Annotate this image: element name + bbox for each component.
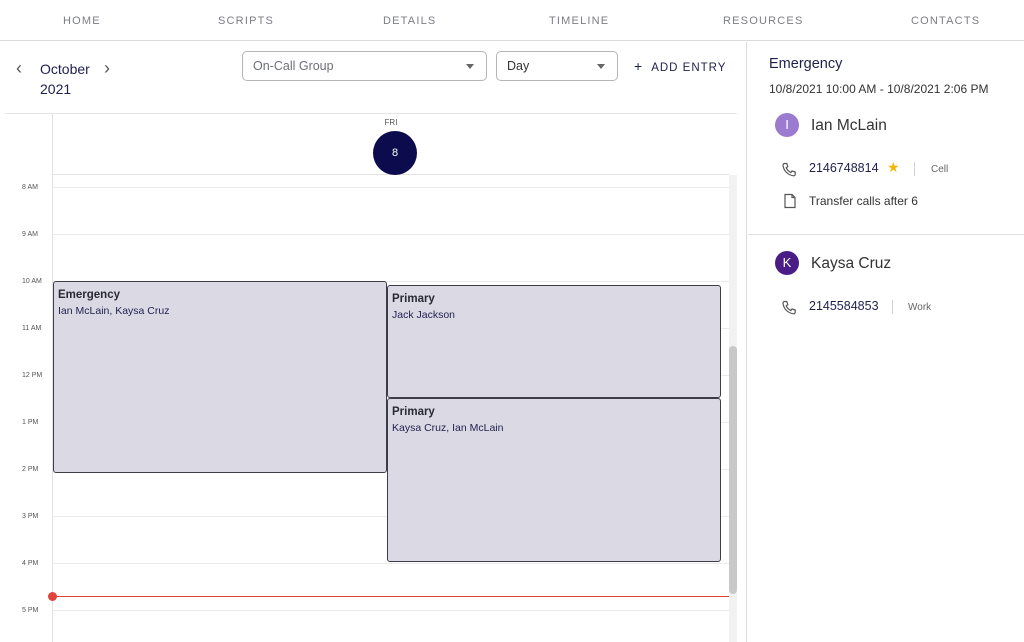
divider	[914, 162, 915, 176]
avatar: I	[775, 113, 799, 137]
year-name: 2021	[40, 81, 72, 97]
event-emergency[interactable]: Emergency Ian McLain, Kaysa Cruz	[53, 281, 387, 473]
hour-label: 3 PM	[22, 513, 39, 520]
current-time-line	[53, 596, 729, 597]
hour-label: 8 AM	[22, 184, 38, 191]
phone-link[interactable]: 2145584853	[809, 299, 879, 313]
avatar: K	[775, 251, 799, 275]
divider	[892, 300, 893, 314]
chevron-right-icon[interactable]: ›	[104, 58, 110, 78]
note-icon	[784, 193, 796, 209]
event-people: Jack Jackson	[392, 309, 456, 321]
nav-details[interactable]: DETAILS	[383, 15, 436, 27]
event-title: Primary	[392, 293, 435, 305]
hour-label: 10 AM	[22, 278, 42, 285]
hour-label: 12 PM	[22, 372, 43, 379]
hour-line	[53, 563, 729, 564]
nav-scripts[interactable]: SCRIPTS	[218, 15, 274, 27]
on-call-group-select[interactable]: On-Call Group	[242, 51, 487, 81]
event-title: Primary	[392, 406, 435, 418]
hour-label: 5 PM	[22, 607, 39, 614]
chevron-left-icon[interactable]: ‹	[16, 58, 22, 78]
phone-link[interactable]: 2146748814	[809, 161, 879, 175]
detail-panel: Emergency 10/8/2021 10:00 AM - 10/8/2021…	[748, 42, 1024, 642]
month-navigator: ‹ October 2021 ›	[14, 56, 124, 99]
event-title: Emergency	[58, 289, 121, 301]
nav-resources[interactable]: RESOURCES	[723, 15, 803, 27]
hour-label: 2 PM	[22, 466, 39, 473]
event-people: Ian McLain, Kaysa Cruz	[58, 305, 170, 317]
scrollbar-thumb[interactable]	[729, 346, 737, 594]
star-icon[interactable]: ★	[887, 159, 900, 176]
add-entry-label: ADD ENTRY	[651, 62, 727, 74]
hour-line	[53, 610, 729, 611]
contact-name: Ian McLain	[811, 117, 887, 134]
calendar-panel: ‹ October 2021 › On-Call Group Day + ADD …	[0, 42, 747, 642]
day-calendar: FRI 8 8 AM 9 AM 10 AM 11 AM 12 PM 1 PM 2…	[5, 113, 737, 642]
nav-timeline[interactable]: TIMELINE	[549, 15, 609, 27]
phone-icon	[782, 300, 796, 315]
day-of-week: FRI	[384, 118, 398, 127]
hour-line	[53, 234, 729, 235]
plus-icon: +	[634, 58, 644, 74]
month-label: October 2021	[40, 59, 90, 99]
contact-divider	[748, 234, 1024, 235]
month-name: October	[40, 61, 90, 77]
current-time-dot	[48, 592, 57, 601]
day-header: FRI 8	[53, 114, 729, 175]
hour-line	[53, 187, 729, 188]
hour-label: 9 AM	[22, 231, 38, 238]
contact-note: Transfer calls after 6	[809, 194, 918, 208]
contact-name: Kaysa Cruz	[811, 255, 892, 272]
on-call-group-value: On-Call Group	[253, 59, 334, 73]
detail-time-range: 10/8/2021 10:00 AM - 10/8/2021 2:06 PM	[769, 82, 989, 96]
detail-title: Emergency	[769, 56, 843, 72]
caret-down-icon	[466, 64, 474, 69]
hour-label: 1 PM	[22, 419, 39, 426]
event-primary-2[interactable]: Primary Kaysa Cruz, Ian McLain	[387, 398, 721, 562]
phone-type: Cell	[931, 164, 949, 175]
nav-home[interactable]: HOME	[63, 15, 101, 27]
top-navigation: HOME SCRIPTS DETAILS TIMELINE RESOURCES …	[0, 0, 1024, 41]
add-entry-button[interactable]: + ADD ENTRY	[634, 58, 726, 74]
hour-label: 4 PM	[22, 560, 39, 567]
phone-icon	[782, 162, 796, 177]
view-select[interactable]: Day	[496, 51, 618, 81]
event-people: Kaysa Cruz, Ian McLain	[392, 422, 504, 434]
day-number-badge[interactable]: 8	[373, 131, 417, 175]
event-primary-1[interactable]: Primary Jack Jackson	[387, 285, 721, 398]
view-value: Day	[507, 59, 530, 73]
caret-down-icon	[597, 64, 605, 69]
nav-contacts[interactable]: CONTACTS	[911, 15, 980, 27]
phone-type: Work	[908, 302, 932, 313]
hour-label: 11 AM	[22, 325, 42, 332]
